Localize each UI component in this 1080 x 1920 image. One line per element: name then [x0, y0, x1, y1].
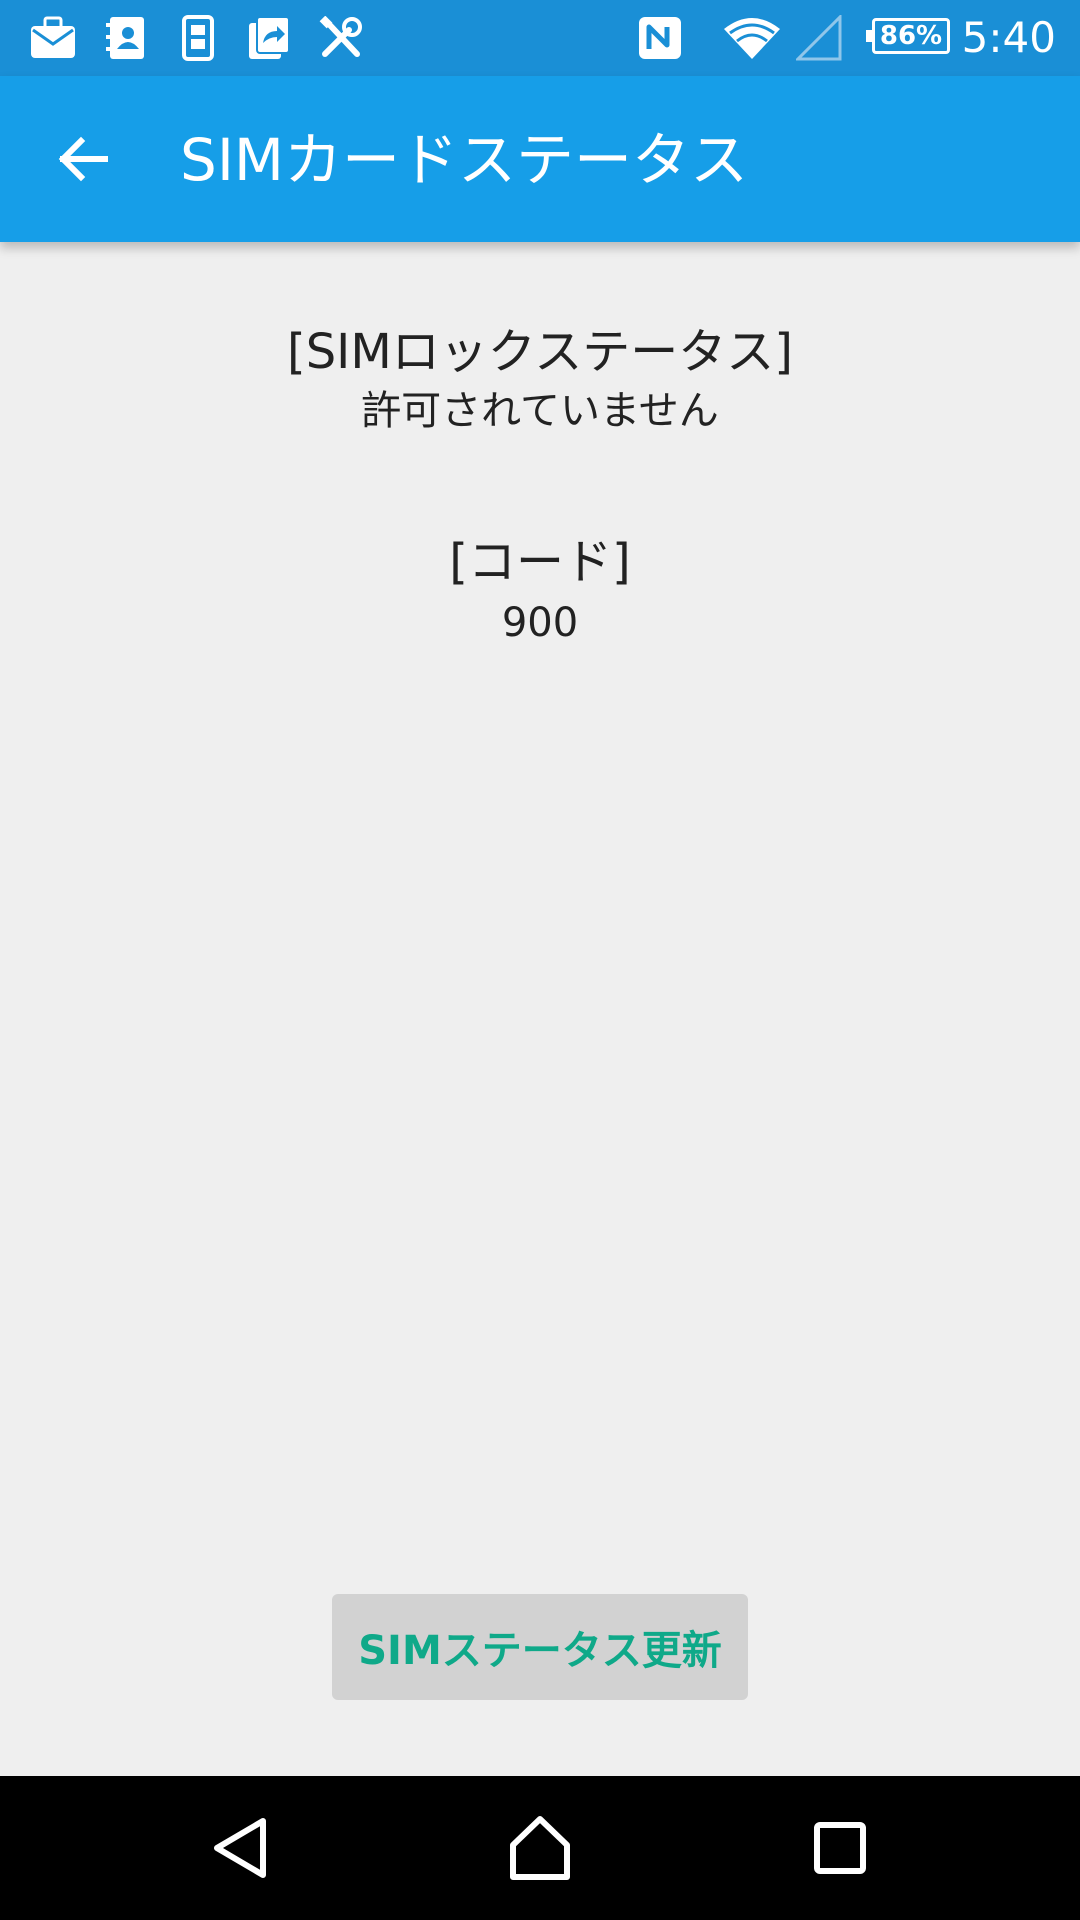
clock: 5:40 — [961, 13, 1056, 62]
share-icon — [246, 14, 292, 62]
sim-lock-status-value: 許可されていません — [361, 388, 719, 434]
nav-home-button[interactable] — [490, 1798, 590, 1898]
navigation-bar — [0, 1776, 1080, 1920]
code-label: [コード] — [449, 534, 631, 590]
status-bar: 86% 5:40 — [0, 0, 1080, 76]
nav-recents-button[interactable] — [790, 1798, 890, 1898]
sim-lock-status-label: [SIMロックステータス] — [286, 324, 794, 380]
code-value: 900 — [501, 600, 579, 646]
nav-back-button[interactable] — [190, 1798, 290, 1898]
square-recents-icon — [814, 1822, 866, 1874]
home-icon — [510, 1816, 570, 1880]
wifi-icon — [720, 14, 784, 62]
tools-icon — [318, 14, 364, 62]
update-sim-status-button[interactable]: SIMステータス更新 — [332, 1594, 748, 1700]
back-button[interactable] — [40, 116, 126, 202]
arrow-left-icon — [58, 136, 108, 182]
battery-indicator: 86% — [866, 18, 950, 54]
au-mail-icon — [28, 14, 78, 62]
contacts-icon — [104, 14, 148, 62]
phone-app-icon — [178, 14, 218, 62]
page-title: SIMカードステータス — [180, 126, 748, 194]
app-bar: SIMカードステータス — [0, 76, 1080, 242]
cell-signal-icon — [794, 14, 844, 62]
triangle-back-icon — [214, 1818, 266, 1878]
nfc-icon — [636, 14, 684, 62]
